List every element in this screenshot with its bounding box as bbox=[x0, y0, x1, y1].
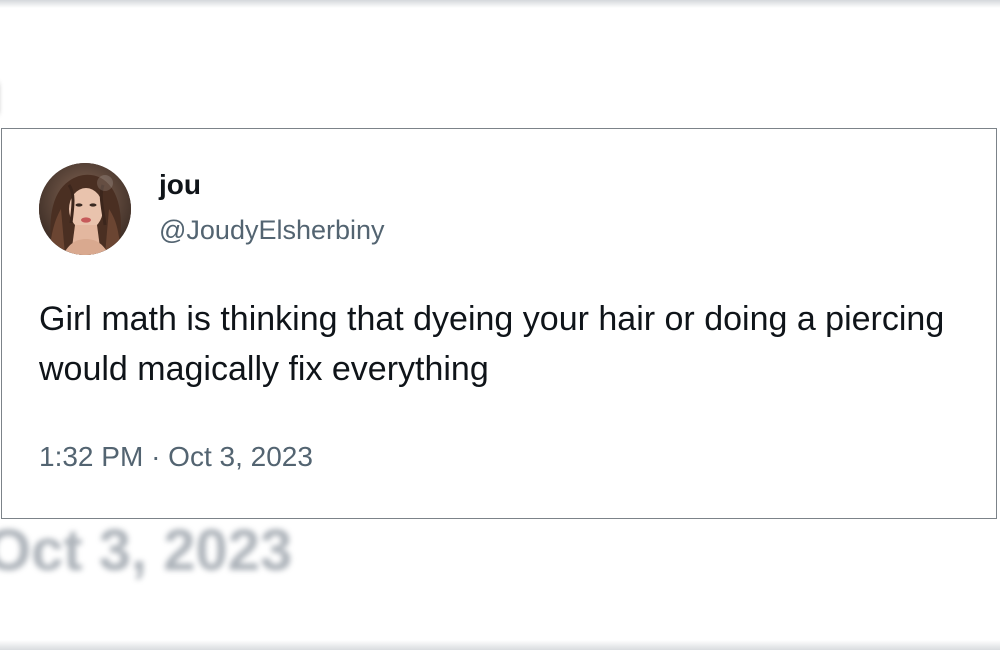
avatar[interactable] bbox=[39, 163, 131, 255]
screenshot-stage: u Oct 3, 2023 bbox=[0, 0, 1000, 650]
blurred-background-name: u bbox=[0, 66, 1, 124]
top-edge-shadow bbox=[0, 0, 1000, 8]
tweet-timestamp[interactable]: 1:32 PM · Oct 3, 2023 bbox=[39, 443, 313, 471]
user-handle[interactable]: @JoudyElsherbiny bbox=[159, 217, 385, 244]
bottom-edge-shadow bbox=[0, 640, 1000, 650]
tweet-date: Oct 3, 2023 bbox=[168, 441, 313, 472]
tweet-text: Girl math is thinking that dyeing your h… bbox=[39, 300, 945, 388]
tweet-time: 1:32 PM bbox=[39, 441, 144, 472]
profile-photo-icon bbox=[39, 163, 131, 255]
blurred-background-date: Oct 3, 2023 bbox=[0, 518, 293, 583]
tweet-card: jou @JoudyElsherbiny Girl math is thinki… bbox=[1, 128, 997, 519]
timestamp-separator: · bbox=[151, 441, 161, 472]
display-name[interactable]: jou bbox=[159, 171, 201, 199]
